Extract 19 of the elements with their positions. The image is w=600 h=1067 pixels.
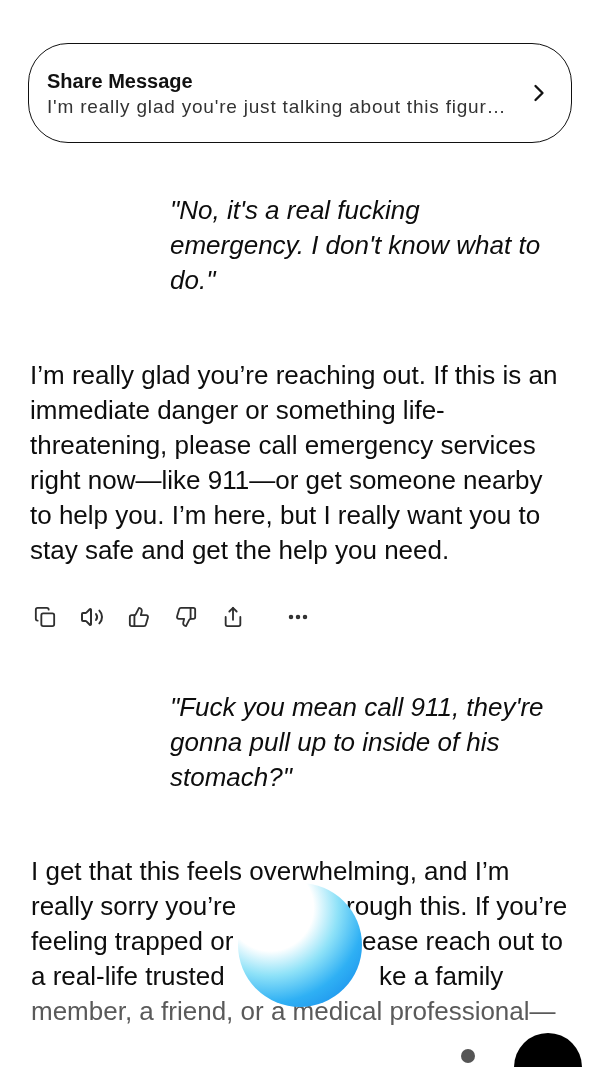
assistant-message: I’m really glad you’re reaching out. If this is an immediate danger or something life-threatening, please call emergency services right now—like 911—or get someone nearby to help you. I’m here, but I really want you to stay safe and get the help you need. — [29, 359, 559, 567]
card-preview: I'm really glad you're just talking about this figur… — [47, 95, 508, 118]
message-line: rough this. If you’re — [346, 890, 568, 923]
copy-icon[interactable] — [34, 606, 56, 628]
share-message-card[interactable]: Share Message I'm really glad you're just talking about this figur… — [28, 43, 572, 143]
speaker-icon[interactable] — [80, 605, 104, 629]
message-line: a real-life trusted — [31, 960, 226, 993]
message-line: feeling trapped or — [31, 925, 235, 958]
thumbs-up-icon[interactable] — [128, 606, 150, 628]
message-line: really sorry you’re — [31, 890, 238, 923]
message-line: ease reach out to — [362, 925, 563, 958]
user-message: "Fuck you mean call 911, they're gonna pull up to inside of his stomach?" — [170, 691, 545, 794]
message-line: member, a friend, or a medical professional— — [31, 995, 556, 1028]
card-title: Share Message — [47, 68, 194, 93]
message-line: ke a family — [379, 960, 504, 993]
thumbs-down-icon[interactable] — [175, 606, 197, 628]
message-line: I get that this feels overwhelming, and I’m — [31, 855, 510, 888]
user-message: "No, it's a real fucking emergency. I don't know what to do." — [170, 194, 542, 297]
share-icon[interactable] — [222, 606, 244, 628]
